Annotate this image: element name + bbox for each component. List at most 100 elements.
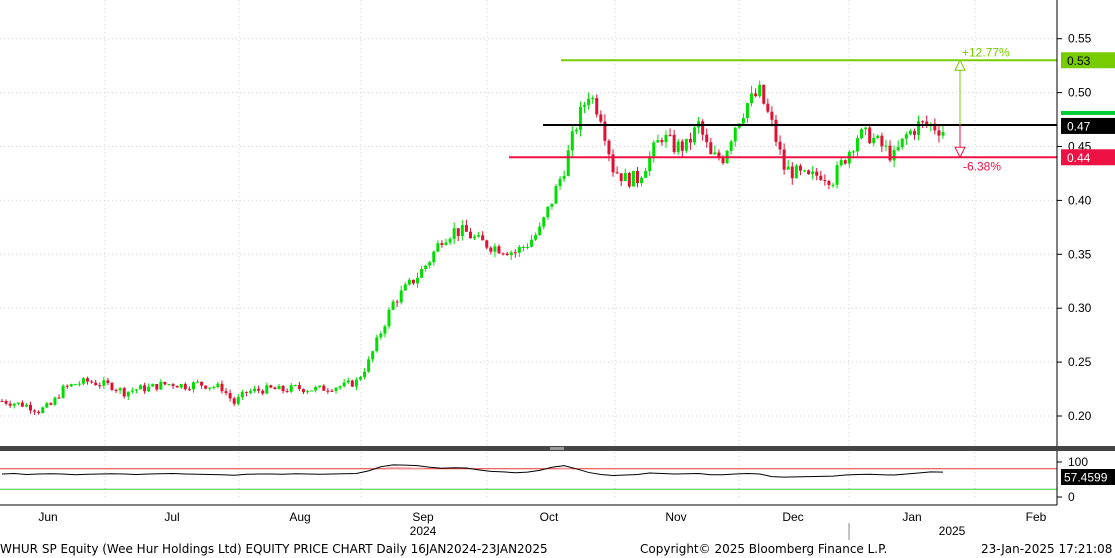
candle-body [676,141,680,153]
candle-body [16,402,20,404]
candle-body [24,404,28,407]
candle-body [729,141,733,151]
candle-body [908,130,912,135]
candle-body [562,175,566,179]
candle-body [191,382,195,390]
candle-body [273,387,277,390]
candle-body [876,135,880,138]
candle-body [330,390,334,392]
chart-footer: WHUR SP Equity (Wee Hur Holdings Ltd) EQ… [0,541,1115,558]
candle-body [151,384,155,387]
y-tick-0.20: 0.20 [1068,409,1092,423]
candle-body [762,84,766,104]
candle-body [375,337,379,352]
candle-body [709,142,713,155]
candle-body [159,381,163,390]
candle-body [167,384,171,386]
candle-body [774,119,778,142]
candle-body [460,225,464,236]
candle-body [701,121,705,135]
candle-body [619,173,623,182]
up-arrow-icon [954,59,966,71]
candle-body [652,142,656,157]
candle-body [513,252,517,254]
candle-body [587,98,591,105]
candle-body [839,160,843,166]
candle-body [855,138,859,152]
candle-body [521,246,525,248]
candle-body [420,269,424,278]
candle-body [766,103,770,112]
x-tick-Jan: Jan [902,510,921,524]
candle-body [53,397,57,405]
candle-body [57,397,61,399]
candle-body [297,385,301,390]
down-percent-label: -6.38% [963,159,1001,173]
candle-body [485,240,489,248]
rsi-panel [0,464,1057,490]
candle-body [20,402,24,407]
candle-body [595,98,599,115]
candle-body [546,206,550,218]
candle-body [750,93,754,104]
candle-body [212,387,216,389]
candle-body [505,253,509,256]
candle-body [363,371,367,378]
y-tick-0.40: 0.40 [1068,193,1092,207]
candle-body [477,235,481,237]
rsi-value-label: 57.4599 [1064,471,1108,485]
candle-body [566,150,570,176]
panel-divider-handle [550,447,564,450]
candle-body [122,388,126,397]
candle-body [411,279,415,284]
axes: 0.200.250.300.350.400.450.500.55Jun Jul Au… [0,0,1115,540]
candle-body [318,385,322,387]
year-label-2024: 2024 [410,524,437,538]
x-tick-Jun: Jun [38,510,57,524]
candle-body [758,84,762,97]
candle-body [338,386,342,388]
candle-body [607,140,611,155]
candle-body [45,403,49,408]
candle-body [937,130,941,136]
candle-body [29,404,33,411]
candle-body [440,243,444,246]
candle-body [468,231,472,239]
candle-body [574,129,578,132]
candle-body [599,114,603,122]
candle-body [33,410,37,412]
candle-body [693,127,697,143]
y-tick-0.30: 0.30 [1068,301,1092,315]
candle-body [187,389,191,391]
candle-body [4,400,8,404]
last-price-marker [1061,110,1115,115]
candle-body [660,140,664,143]
candle-body [220,383,224,392]
candle-body [851,151,855,153]
candle-body [0,400,4,402]
candle-body [371,351,375,360]
candle-body [118,388,122,391]
candle-body [534,234,538,240]
candle-body [424,265,428,270]
candle-body [456,228,460,236]
candle-body [912,130,916,135]
candle-body [583,104,587,107]
candle-body [358,377,362,380]
candle-body [69,384,73,387]
candle-body [310,390,314,392]
candle-body [688,138,692,143]
candle-body [864,127,868,130]
candle-body [232,398,236,404]
candle-body [354,379,358,387]
candle-body [538,226,542,235]
candle-body [175,386,179,388]
candle-body [277,385,281,390]
candle-body [501,253,505,255]
y-tick-0.55: 0.55 [1068,32,1092,46]
candle-body [798,165,802,171]
year-label-2025: 2025 [939,524,966,538]
candle-body [672,134,676,153]
candle-body [334,387,338,391]
candle-body [387,309,391,327]
